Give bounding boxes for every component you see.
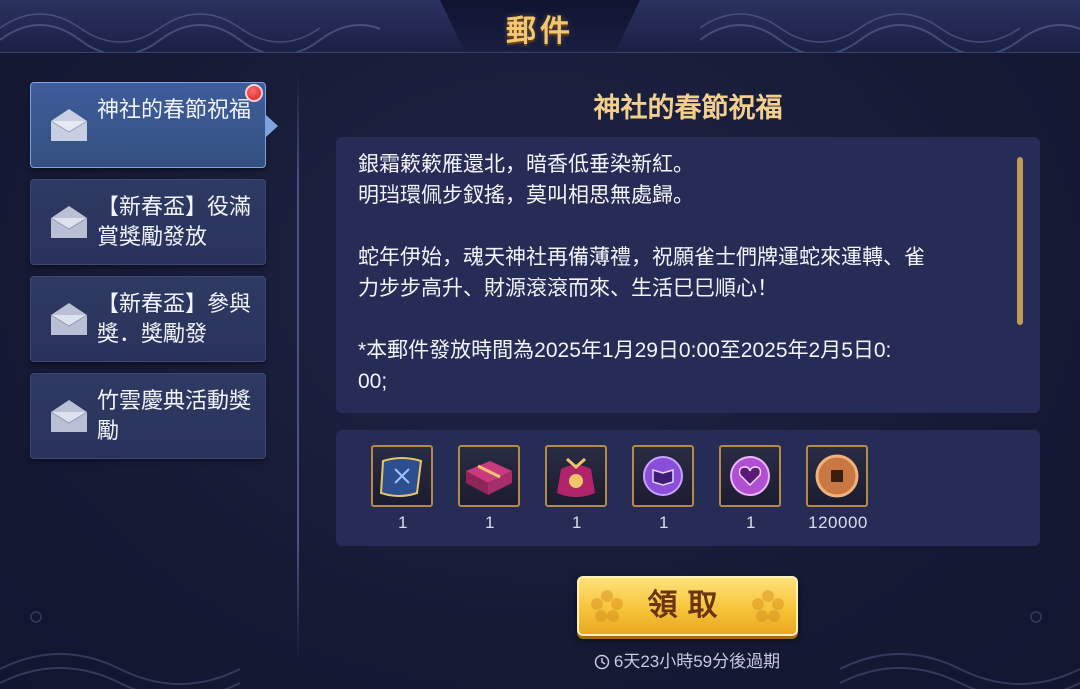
- mail-item[interactable]: 神社的春節祝福: [30, 82, 278, 168]
- lucky-bag-icon: [557, 457, 595, 497]
- reward-item[interactable]: 1: [545, 445, 609, 533]
- mail-body-line: *本郵件發放時間為2025年1月29日0:00至2025年2月5日0:: [358, 339, 892, 362]
- reward-slot: [632, 445, 694, 507]
- unread-badge: [245, 84, 263, 102]
- reward-slot: [458, 445, 520, 507]
- reward-slot: [371, 445, 433, 507]
- mail-item-label: 竹雲慶典活動獎勵: [97, 388, 252, 443]
- envelope-icon: [50, 303, 88, 335]
- wave-pattern-icon: [700, 13, 1080, 52]
- reward-panel: 1 1 1 1 1 120000: [336, 430, 1040, 546]
- mail-body-line: 明珰環佩步釵搖，莫叫相思無處歸。: [358, 184, 694, 207]
- reward-item[interactable]: 120000: [806, 445, 870, 533]
- reward-item[interactable]: 1: [632, 445, 696, 533]
- mail-body[interactable]: 銀霜簌簌雁還北，暗香低垂染新紅。 明珰環佩步釵搖，莫叫相思無處歸。 蛇年伊始，魂…: [336, 137, 1040, 413]
- mail-item-label: 【新春盃】參與獎．獎勵發: [97, 291, 252, 346]
- page-title: 郵件: [506, 15, 574, 48]
- mail-body-line: 蛇年伊始，魂天神社再備薄禮，祝願雀士們牌運蛇來運轉、雀: [358, 246, 925, 269]
- reward-item[interactable]: 1: [458, 445, 522, 533]
- reward-slot: [719, 445, 781, 507]
- reward-count: 1: [485, 513, 495, 532]
- mail-item-label: 【新春盃】役滿賞獎勵發放: [97, 194, 252, 249]
- wave-pattern-icon: [0, 13, 380, 52]
- top-bar: 郵件: [0, 0, 1080, 53]
- envelope-icon: [50, 206, 88, 238]
- mail-list: 神社的春節祝福 【新春盃】役滿賞獎勵發放 【新春盃】參與獎．獎勵發 竹雲慶典活動…: [30, 82, 278, 470]
- purple-book-token-icon: [643, 456, 683, 496]
- mail-item[interactable]: 【新春盃】參與獎．獎勵發: [30, 276, 266, 362]
- reward-slot: [545, 445, 607, 507]
- envelope-icon: [50, 400, 88, 432]
- copper-coin-icon: [815, 454, 859, 498]
- reward-count: 120000: [808, 513, 868, 532]
- mail-item[interactable]: 竹雲慶典活動獎勵: [30, 373, 266, 459]
- scroll-ticket-icon: [379, 457, 423, 497]
- envelope-icon: [50, 109, 88, 141]
- mail-item[interactable]: 【新春盃】役滿賞獎勵發放: [30, 179, 266, 265]
- reward-slot: [806, 445, 868, 507]
- mail-body-line: 銀霜簌簌雁還北，暗香低垂染新紅。: [358, 153, 694, 176]
- panel-divider: [297, 70, 299, 660]
- reward-count: 1: [398, 513, 408, 532]
- mail-body-text: 銀霜簌簌雁還北，暗香低垂染新紅。 明珰環佩步釵搖，莫叫相思無處歸。 蛇年伊始，魂…: [358, 149, 1008, 397]
- gift-box-icon: [466, 461, 512, 495]
- reward-count: 1: [659, 513, 669, 532]
- mail-item-label: 神社的春節祝福: [97, 97, 252, 122]
- mail-body-line: 力步步高升、財源滾滾而來、生活巳巳順心！: [358, 277, 778, 300]
- wave-pattern-icon: [0, 611, 1080, 689]
- mail-title: 神社的春節祝福: [593, 93, 783, 123]
- reward-item[interactable]: 1: [371, 445, 435, 533]
- purple-heart-token-icon: [730, 456, 770, 496]
- reward-item[interactable]: 1: [719, 445, 783, 533]
- scrollbar[interactable]: [1017, 157, 1023, 325]
- reward-count: 1: [572, 513, 582, 532]
- mail-body-line: 00;: [358, 370, 388, 393]
- reward-count: 1: [746, 513, 756, 532]
